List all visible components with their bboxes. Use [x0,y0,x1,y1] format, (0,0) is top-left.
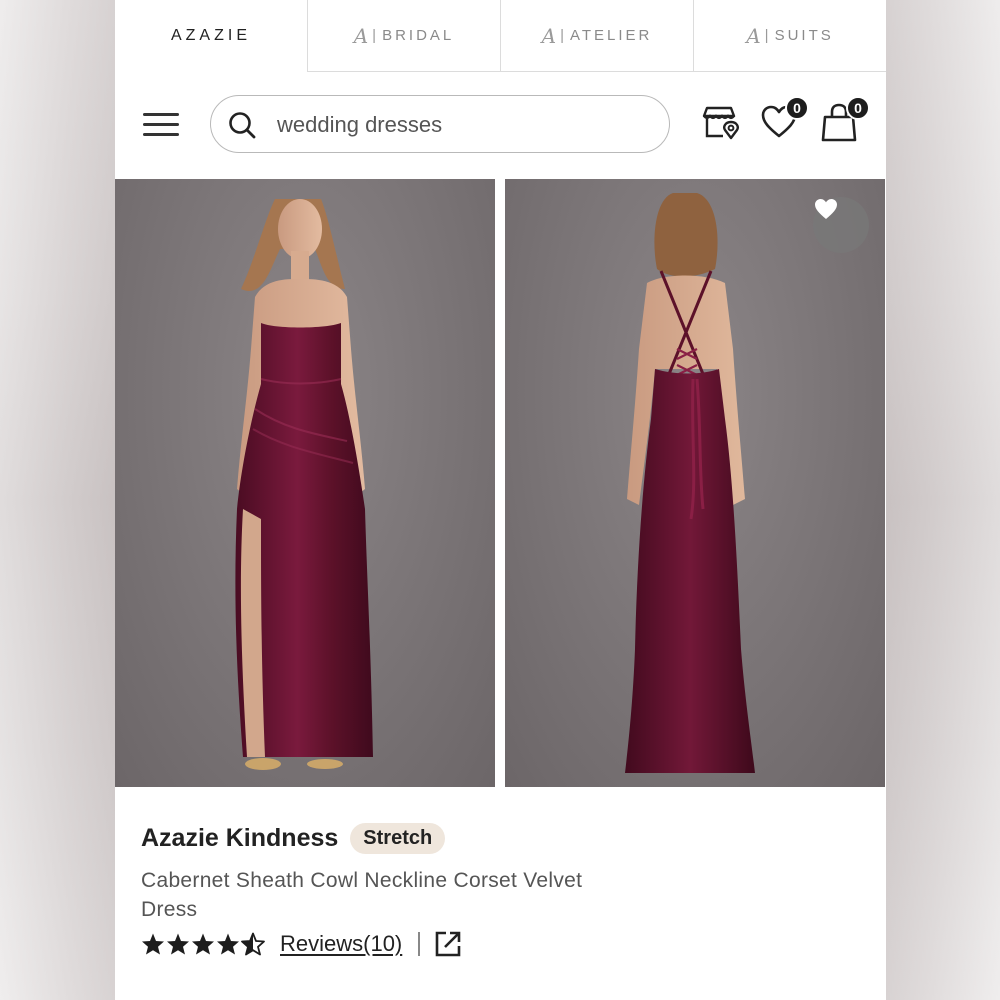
tab-label: ATELIER [569,27,653,44]
product-gallery [115,179,886,789]
background-left [0,0,115,1000]
background-right [886,0,1000,1000]
tab-label: SUITS [774,27,834,44]
product-name: Cabernet Sheath Cowl Neckline Corset Vel… [141,869,583,921]
brand-tabs: AZAZIE A | BRIDAL A | ATELIER A | SUITS [115,0,886,72]
tab-azazie[interactable]: AZAZIE [115,0,307,72]
star-full-icon [192,933,214,955]
rating-row: Reviews(10) [141,928,462,960]
reviews-link[interactable]: Reviews(10) [280,931,402,957]
tab-label: BRIDAL [382,27,455,44]
tab-atelier[interactable]: A | ATELIER [500,0,693,72]
store-location-icon[interactable] [698,100,742,144]
product-info: Azazie Kindness Stretch Cabernet Sheath … [141,818,861,957]
product-image-front[interactable] [115,179,495,787]
title-row: Azazie Kindness Stretch [141,818,861,858]
search-icon[interactable] [227,110,257,140]
tab-label: AZAZIE [170,27,251,44]
divider [418,932,421,956]
share-icon[interactable] [434,930,462,958]
add-to-wishlist-button[interactable] [813,197,869,253]
brand-logo-icon: A [746,23,761,48]
search-input[interactable] [275,104,649,146]
menu-icon[interactable] [143,110,179,140]
wishlist-count-badge: 0 [785,96,809,120]
tab-suits[interactable]: A | SUITS [693,0,886,72]
star-rating [141,932,266,956]
brand-logo-icon: A [541,23,557,48]
product-page: AZAZIE A | BRIDAL A | ATELIER A | SUITS [115,0,886,1000]
product-image-back[interactable] [505,179,885,787]
cart-count-badge: 0 [846,96,870,120]
star-full-icon [167,933,189,955]
tab-separator: | [560,27,564,44]
tab-separator: | [764,27,769,44]
star-full-icon [142,933,164,955]
wishlist-button[interactable]: 0 [759,96,809,144]
tab-bridal[interactable]: A | BRIDAL [307,0,500,72]
tab-separator: | [372,27,377,44]
heart-icon [815,199,837,219]
brand-logo-icon: A [353,23,369,48]
stretch-badge: Stretch [350,822,446,854]
search-bar[interactable] [210,95,670,153]
star-full-icon [217,933,239,955]
cart-button[interactable]: 0 [820,96,870,144]
header: 0 0 [115,72,886,178]
product-brand: Azazie Kindness [141,823,339,852]
star-half-icon [241,932,265,956]
